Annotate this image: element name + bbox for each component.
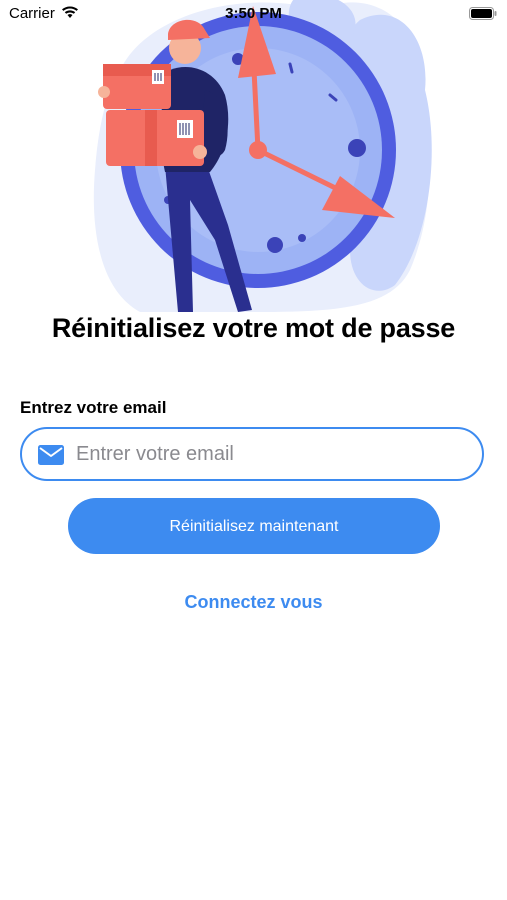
reset-now-button[interactable]: Réinitialisez maintenant [68, 498, 440, 554]
status-bar: Carrier 3:50 PM [0, 0, 507, 28]
email-input[interactable] [76, 435, 466, 473]
email-label: Entrez votre email [20, 398, 167, 417]
battery-icon [469, 7, 497, 20]
login-link[interactable]: Connectez vous [0, 592, 507, 613]
reset-password-screen: Carrier 3:50 PM Réinitialisez votre mot … [0, 0, 507, 900]
delivery-clock-illustration [93, 0, 432, 312]
email-field[interactable] [20, 427, 484, 481]
mail-icon [38, 445, 64, 465]
page-title: Réinitialisez votre mot de passe [51, 313, 456, 343]
status-time: 3:50 PM [225, 5, 282, 22]
